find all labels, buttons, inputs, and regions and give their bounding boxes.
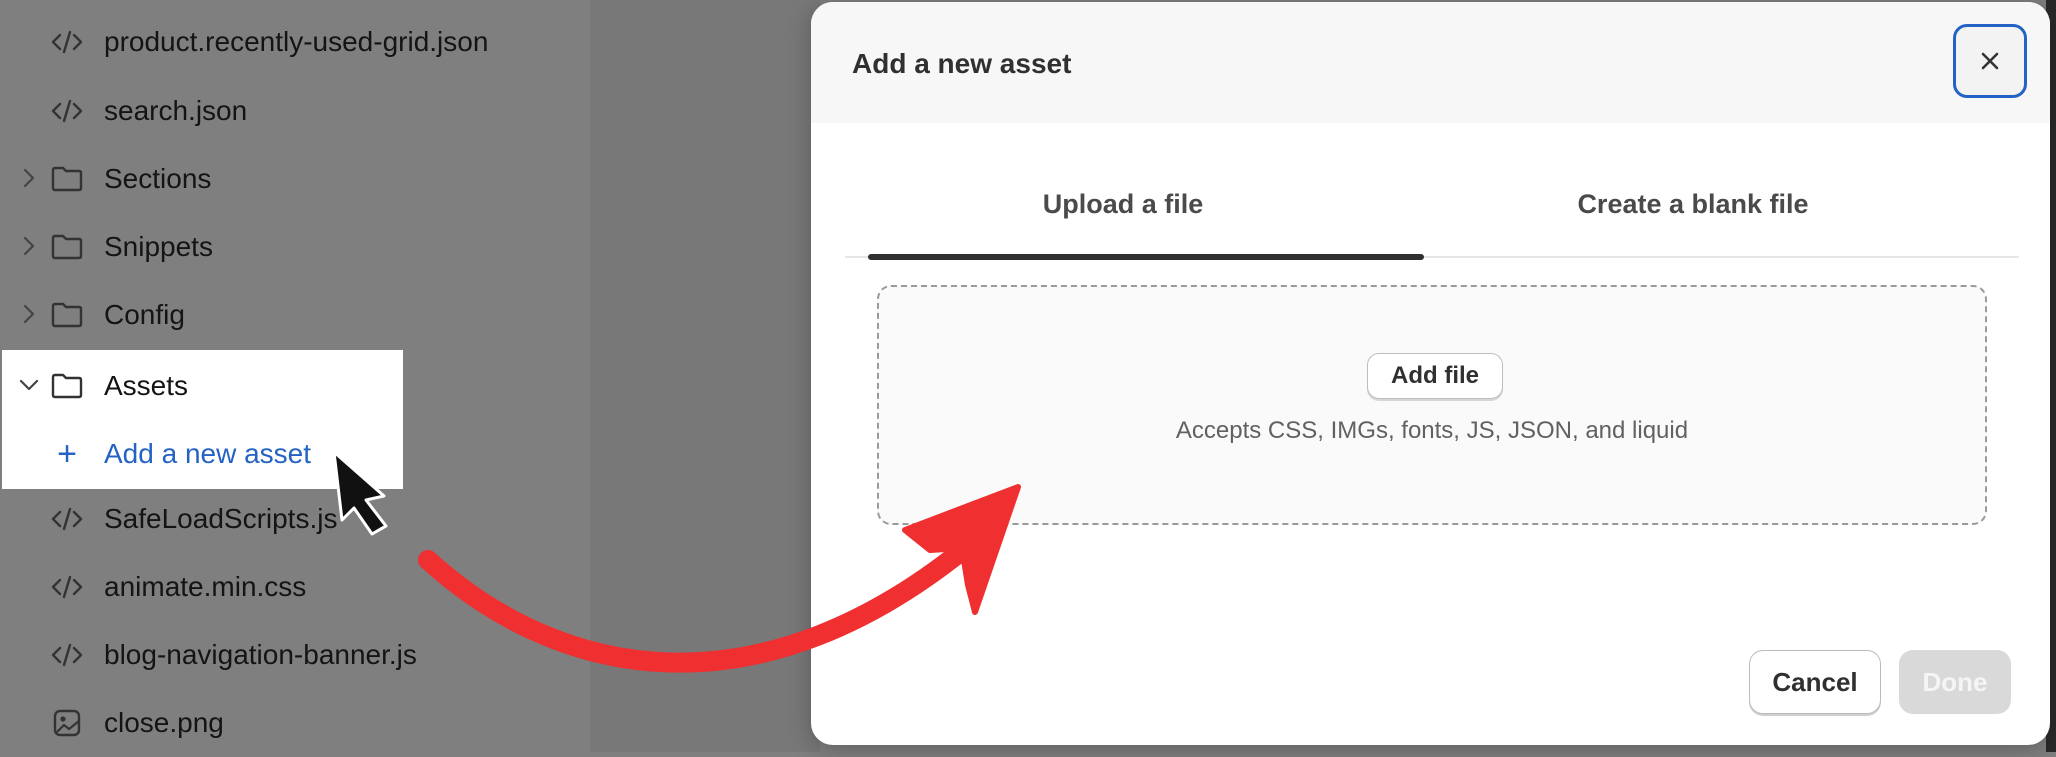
tree-item-label: Add a new asset xyxy=(104,438,312,469)
tree-item-label: Snippets xyxy=(104,231,213,262)
folder-icon xyxy=(51,234,83,260)
done-button[interactable]: Done xyxy=(1899,650,2011,714)
code-icon xyxy=(51,575,83,599)
code-icon xyxy=(51,507,83,531)
image-icon xyxy=(53,709,81,737)
tab-upload-file[interactable]: Upload a file xyxy=(845,152,1401,256)
modal-header: Add a new asset xyxy=(811,2,2050,123)
tree-item-label: Config xyxy=(104,299,185,330)
chevron-right-icon[interactable] xyxy=(18,303,40,325)
tree-folder-snippets[interactable]: Snippets xyxy=(0,213,590,281)
tree-folder-sections[interactable]: Sections xyxy=(0,145,590,213)
tree-item-file[interactable]: SafeLoadScripts.js xyxy=(0,485,590,553)
tree-item-file[interactable]: blog-navigation-banner.js xyxy=(0,621,590,689)
chevron-down-icon[interactable] xyxy=(18,374,40,396)
cancel-button[interactable]: Cancel xyxy=(1749,650,1881,714)
tree-item-label: product.recently-used-grid.json xyxy=(104,26,489,57)
backdrop-panel xyxy=(590,0,820,752)
add-new-asset-link[interactable]: + Add a new asset xyxy=(0,420,590,488)
tree-item-label: Assets xyxy=(104,370,189,401)
tree-item-label: animate.min.css xyxy=(104,571,307,602)
folder-icon xyxy=(51,166,83,192)
chevron-right-icon[interactable] xyxy=(18,167,40,189)
tree-item-file[interactable]: product.recently-used-grid.json xyxy=(0,8,590,76)
folder-icon xyxy=(51,302,83,328)
add-file-button[interactable]: Add file xyxy=(1367,353,1503,399)
tree-item-label: search.json xyxy=(104,95,248,126)
active-tab-indicator xyxy=(868,254,1424,260)
tree-item-file[interactable]: animate.min.css xyxy=(0,553,590,621)
close-button[interactable] xyxy=(1953,24,2027,98)
tree-item-label: Sections xyxy=(104,163,212,194)
accepted-types-hint: Accepts CSS, IMGs, fonts, JS, JSON, and … xyxy=(1175,417,1689,444)
modal-title: Add a new asset xyxy=(852,48,1072,79)
code-icon xyxy=(51,30,83,54)
code-icon xyxy=(51,99,83,123)
tree-item-file[interactable]: search.json xyxy=(0,77,590,145)
tree-folder-assets[interactable]: Assets xyxy=(0,352,590,420)
tree-item-label: close.png xyxy=(104,707,224,738)
tree-item-label: blog-navigation-banner.js xyxy=(104,639,417,670)
tab-create-blank-file[interactable]: Create a blank file xyxy=(1415,152,1971,256)
close-icon xyxy=(1981,52,1999,70)
file-dropzone[interactable]: Add file Accepts CSS, IMGs, fonts, JS, J… xyxy=(877,285,1987,525)
folder-icon xyxy=(51,373,83,399)
tree-item-file[interactable]: close.png xyxy=(0,689,590,757)
add-asset-modal: Add a new asset Upload a file Create a b… xyxy=(811,2,2050,745)
chevron-right-icon[interactable] xyxy=(18,235,40,257)
tree-folder-config[interactable]: Config xyxy=(0,281,590,349)
asset-tabs: Upload a file Create a blank file xyxy=(845,152,2019,260)
plus-icon: + xyxy=(57,435,77,473)
code-icon xyxy=(51,643,83,667)
tree-item-label: SafeLoadScripts.js xyxy=(104,503,338,534)
